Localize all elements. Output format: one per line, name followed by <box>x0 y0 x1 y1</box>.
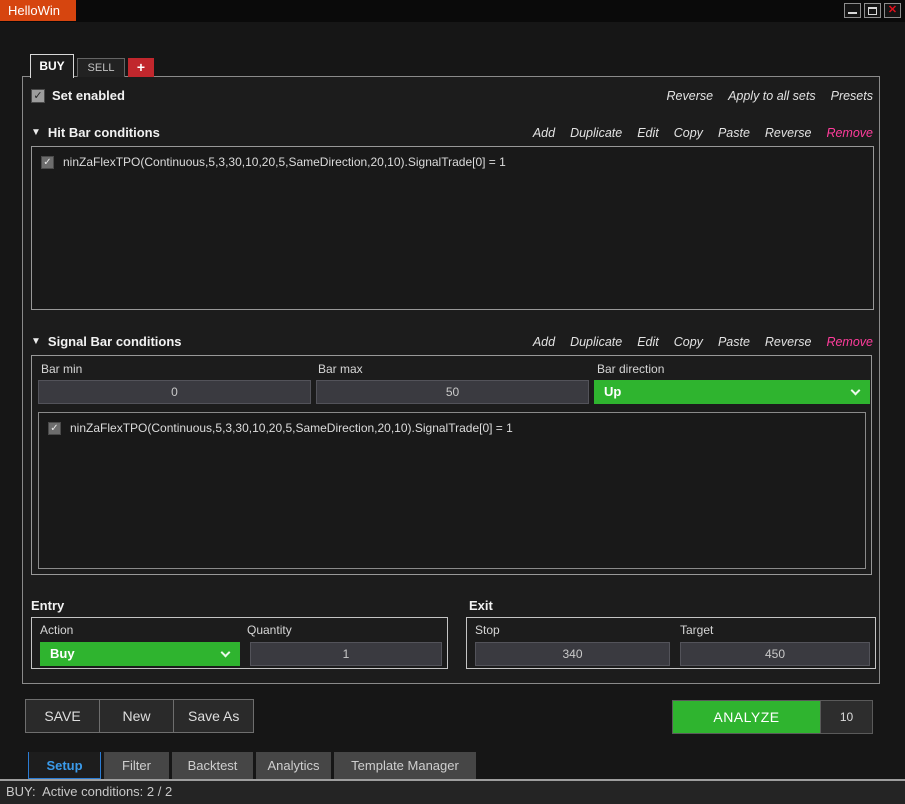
bar-max-input[interactable]: 50 <box>316 380 589 404</box>
signal-bar-title: Signal Bar conditions <box>48 334 182 349</box>
exit-title: Exit <box>469 598 493 613</box>
signal-bar-condition-text: ninZaFlexTPO(Continuous,5,3,30,10,20,5,S… <box>70 421 513 435</box>
hit-remove-link[interactable]: Remove <box>826 126 873 140</box>
titlebar: HelloWin ✕ <box>0 0 905 22</box>
condition-checkbox[interactable]: ✓ <box>41 156 54 169</box>
minimize-button[interactable] <box>844 3 861 18</box>
chevron-down-icon <box>851 386 861 396</box>
analyze-group: ANALYZE 10 <box>672 700 873 734</box>
tab-buy[interactable]: BUY <box>30 54 74 78</box>
hit-bar-condition-list: ✓ ninZaFlexTPO(Continuous,5,3,30,10,20,5… <box>31 146 874 310</box>
analyze-param-input[interactable]: 10 <box>820 701 872 733</box>
tab-setup[interactable]: Setup <box>28 752 101 779</box>
set-panel: ✓ Set enabled Reverse Apply to all sets … <box>22 76 880 684</box>
bar-min-input[interactable]: 0 <box>38 380 311 404</box>
window-title: HelloWin <box>0 0 76 21</box>
save-button-group: SAVE New Save As <box>25 699 254 733</box>
signal-paste-link[interactable]: Paste <box>718 335 750 349</box>
analyze-button[interactable]: ANALYZE <box>673 701 820 733</box>
action-label: Action <box>40 623 73 637</box>
hit-duplicate-link[interactable]: Duplicate <box>570 126 622 140</box>
apply-to-all-sets-link[interactable]: Apply to all sets <box>728 89 816 103</box>
signal-bar-condition-list: ✓ ninZaFlexTPO(Continuous,5,3,30,10,20,5… <box>38 412 866 569</box>
stop-input[interactable]: 340 <box>475 642 670 666</box>
save-button[interactable]: SAVE <box>26 700 100 732</box>
maximize-button[interactable] <box>864 3 881 18</box>
chevron-down-icon <box>221 648 231 658</box>
quantity-input[interactable]: 1 <box>250 642 442 666</box>
save-as-button[interactable]: Save As <box>174 700 253 732</box>
collapse-icon[interactable]: ▼ <box>31 127 41 138</box>
set-reverse-link[interactable]: Reverse <box>667 89 714 103</box>
bar-direction-select[interactable]: Up <box>594 380 870 404</box>
set-enabled-label: Set enabled <box>52 88 125 103</box>
bar-direction-value: Up <box>604 384 621 399</box>
signal-bar-condition-row[interactable]: ✓ ninZaFlexTPO(Continuous,5,3,30,10,20,5… <box>39 413 865 435</box>
signal-edit-link[interactable]: Edit <box>637 335 659 349</box>
target-input[interactable]: 450 <box>680 642 870 666</box>
maximize-icon <box>868 7 877 15</box>
signal-duplicate-link[interactable]: Duplicate <box>570 335 622 349</box>
window-controls: ✕ <box>844 3 901 18</box>
bar-max-label: Bar max <box>318 362 363 376</box>
action-value: Buy <box>50 646 75 661</box>
collapse-icon[interactable]: ▼ <box>31 336 41 347</box>
tab-sell[interactable]: SELL <box>77 58 125 77</box>
hit-edit-link[interactable]: Edit <box>637 126 659 140</box>
bar-min-label: Bar min <box>41 362 82 376</box>
tab-template-manager[interactable]: Template Manager <box>334 752 476 779</box>
signal-bar-header: ▼ Signal Bar conditions <box>31 334 182 349</box>
app-window: HelloWin ✕ BUY SELL + ✓ Set enabled Reve… <box>0 0 905 804</box>
new-button[interactable]: New <box>100 700 174 732</box>
quantity-label: Quantity <box>247 623 292 637</box>
hit-bar-condition-text: ninZaFlexTPO(Continuous,5,3,30,10,20,5,S… <box>63 155 506 169</box>
condition-checkbox[interactable]: ✓ <box>48 422 61 435</box>
entry-title: Entry <box>31 598 64 613</box>
hit-reverse-link[interactable]: Reverse <box>765 126 812 140</box>
set-enabled-row: ✓ Set enabled <box>31 88 125 103</box>
hit-bar-header: ▼ Hit Bar conditions <box>31 125 160 140</box>
set-enabled-checkbox[interactable]: ✓ <box>31 89 45 103</box>
tab-filter[interactable]: Filter <box>104 752 169 779</box>
stop-label: Stop <box>475 623 500 637</box>
status-bar: BUY: Active conditions: 2 / 2 <box>0 779 905 804</box>
hit-bar-actions: Add Duplicate Edit Copy Paste Reverse Re… <box>518 126 873 140</box>
close-button[interactable]: ✕ <box>884 3 901 18</box>
hit-bar-condition-row[interactable]: ✓ ninZaFlexTPO(Continuous,5,3,30,10,20,5… <box>32 147 873 169</box>
set-actions: Reverse Apply to all sets Presets <box>652 89 873 103</box>
hit-bar-title: Hit Bar conditions <box>48 125 160 140</box>
signal-remove-link[interactable]: Remove <box>826 335 873 349</box>
signal-reverse-link[interactable]: Reverse <box>765 335 812 349</box>
tab-backtest[interactable]: Backtest <box>172 752 253 779</box>
entry-box: Action Quantity Buy 1 <box>31 617 448 669</box>
hit-copy-link[interactable]: Copy <box>674 126 703 140</box>
exit-box: Stop Target 340 450 <box>466 617 876 669</box>
bar-direction-label: Bar direction <box>597 362 664 376</box>
hit-paste-link[interactable]: Paste <box>718 126 750 140</box>
tab-analytics[interactable]: Analytics <box>256 752 331 779</box>
presets-link[interactable]: Presets <box>831 89 873 103</box>
signal-bar-actions: Add Duplicate Edit Copy Paste Reverse Re… <box>518 335 873 349</box>
signal-bar-box: Bar min Bar max Bar direction 0 50 Up ✓ … <box>31 355 872 575</box>
close-icon: ✕ <box>888 4 897 17</box>
minimize-icon <box>848 11 857 14</box>
action-select[interactable]: Buy <box>40 642 240 666</box>
signal-add-link[interactable]: Add <box>533 335 555 349</box>
add-set-button[interactable]: + <box>128 58 154 77</box>
signal-copy-link[interactable]: Copy <box>674 335 703 349</box>
target-label: Target <box>680 623 713 637</box>
hit-add-link[interactable]: Add <box>533 126 555 140</box>
